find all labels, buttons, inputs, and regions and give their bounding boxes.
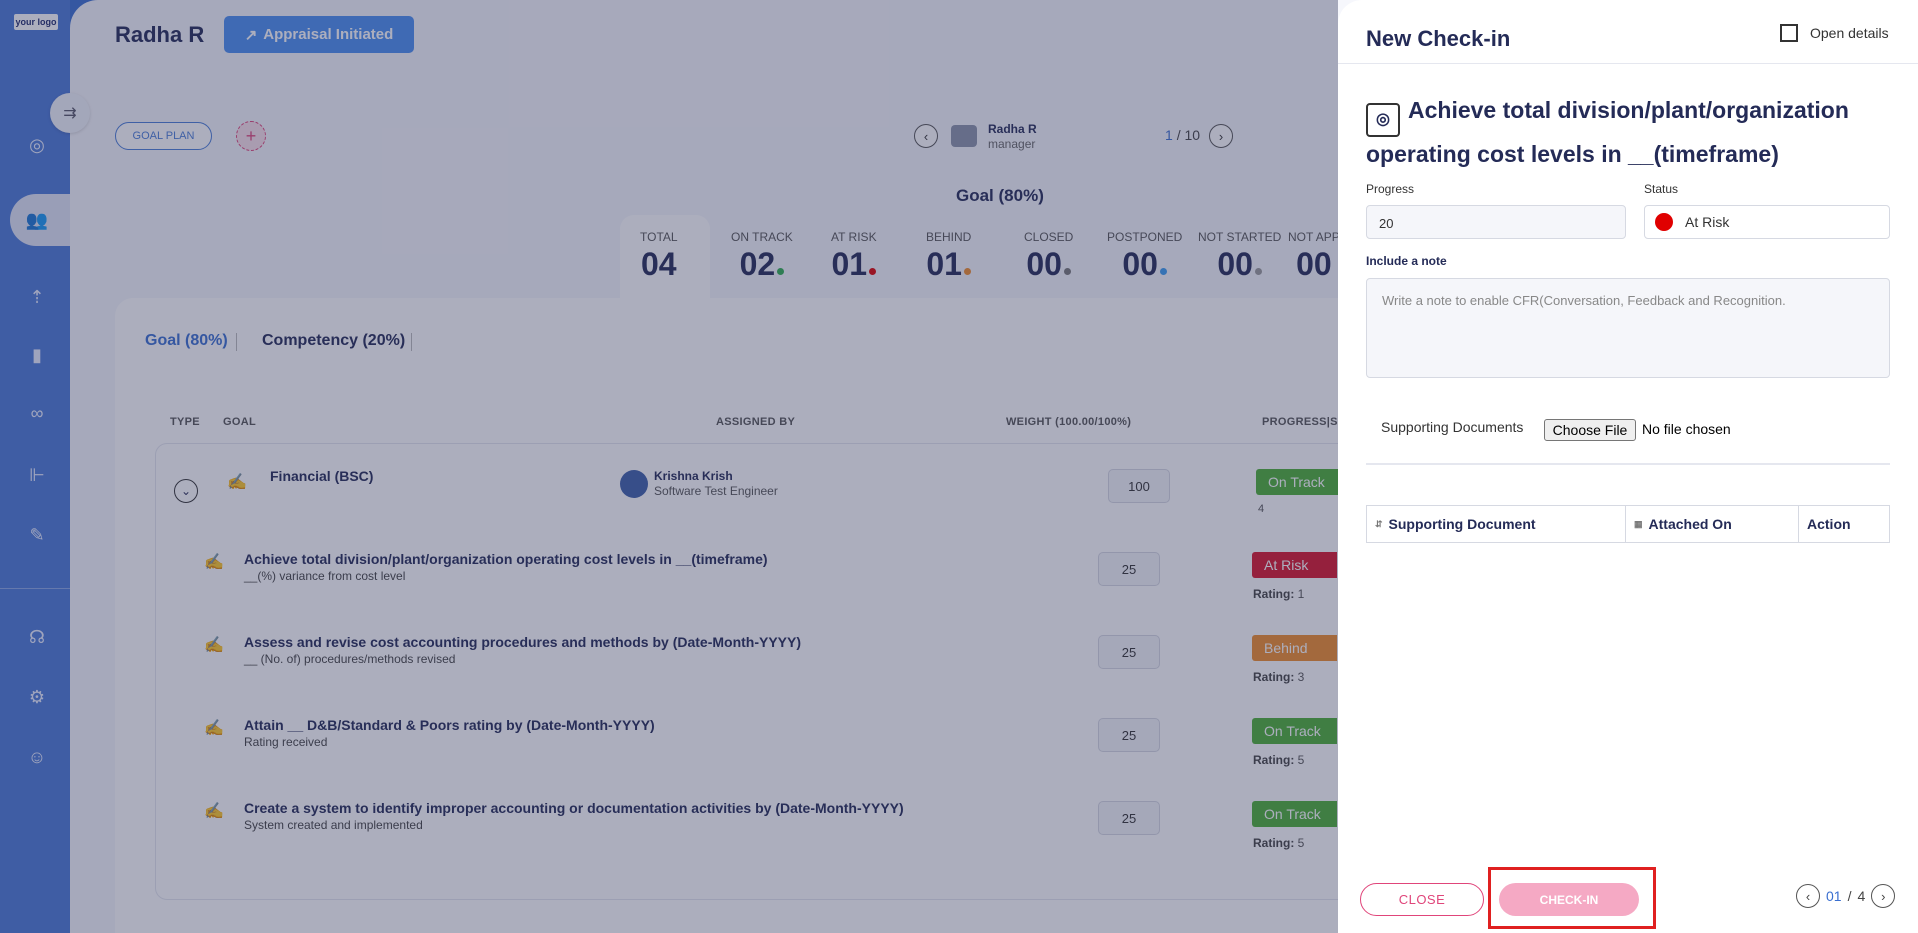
note-label: Include a note	[1366, 254, 1447, 268]
documents-table-header: ⇵ Supporting Document ▦ Attached On Action	[1366, 505, 1890, 543]
status-dot	[1655, 213, 1673, 231]
next-goal-button[interactable]: ›	[1871, 884, 1896, 908]
divider	[1338, 63, 1918, 64]
status-select[interactable]: At Risk	[1644, 205, 1890, 239]
status-value: At Risk	[1685, 214, 1730, 230]
goal-clipboard-icon: ◎	[1366, 103, 1400, 137]
highlight-box	[1488, 867, 1656, 929]
pager-separator: /	[1847, 888, 1852, 904]
column-header-document[interactable]: ⇵ Supporting Document	[1367, 506, 1626, 542]
column-header-attached-on[interactable]: ▦ Attached On	[1626, 506, 1799, 542]
calendar-icon: ▦	[1634, 518, 1643, 529]
goal-title-text: Achieve total division/plant/organizatio…	[1366, 97, 1849, 167]
drawer-title: New Check-in	[1366, 26, 1511, 51]
progress-label: Progress	[1366, 182, 1415, 196]
checkin-drawer: New Check-in Open details ◎ Achieve total…	[1338, 0, 1918, 933]
sort-icon: ⇵	[1375, 518, 1383, 529]
status-label: Status	[1644, 182, 1679, 196]
open-details-link[interactable]: Open details	[1780, 24, 1889, 42]
drawer-pager: ‹ 01 / 4 ›	[1796, 884, 1896, 908]
supporting-documents-label: Supporting Documents	[1381, 419, 1524, 435]
pager-total: 4	[1857, 888, 1866, 904]
note-textarea[interactable]: Write a note to enable CFR(Conversation,…	[1366, 278, 1890, 378]
choose-file-button[interactable]: Choose File	[1544, 419, 1636, 441]
expand-icon	[1780, 24, 1798, 42]
divider	[1366, 463, 1890, 465]
column-header-action: Action	[1807, 516, 1851, 532]
modal-backdrop[interactable]	[0, 0, 1338, 933]
no-file-text: No file chosen	[1642, 421, 1731, 437]
drawer-goal-title: ◎ Achieve total division/plant/organizati…	[1366, 93, 1886, 171]
progress-input[interactable]: 20	[1366, 205, 1626, 239]
pager-current: 01	[1826, 888, 1842, 904]
open-details-label: Open details	[1810, 25, 1889, 41]
close-button[interactable]: CLOSE	[1360, 883, 1484, 916]
prev-goal-button[interactable]: ‹	[1796, 884, 1820, 908]
